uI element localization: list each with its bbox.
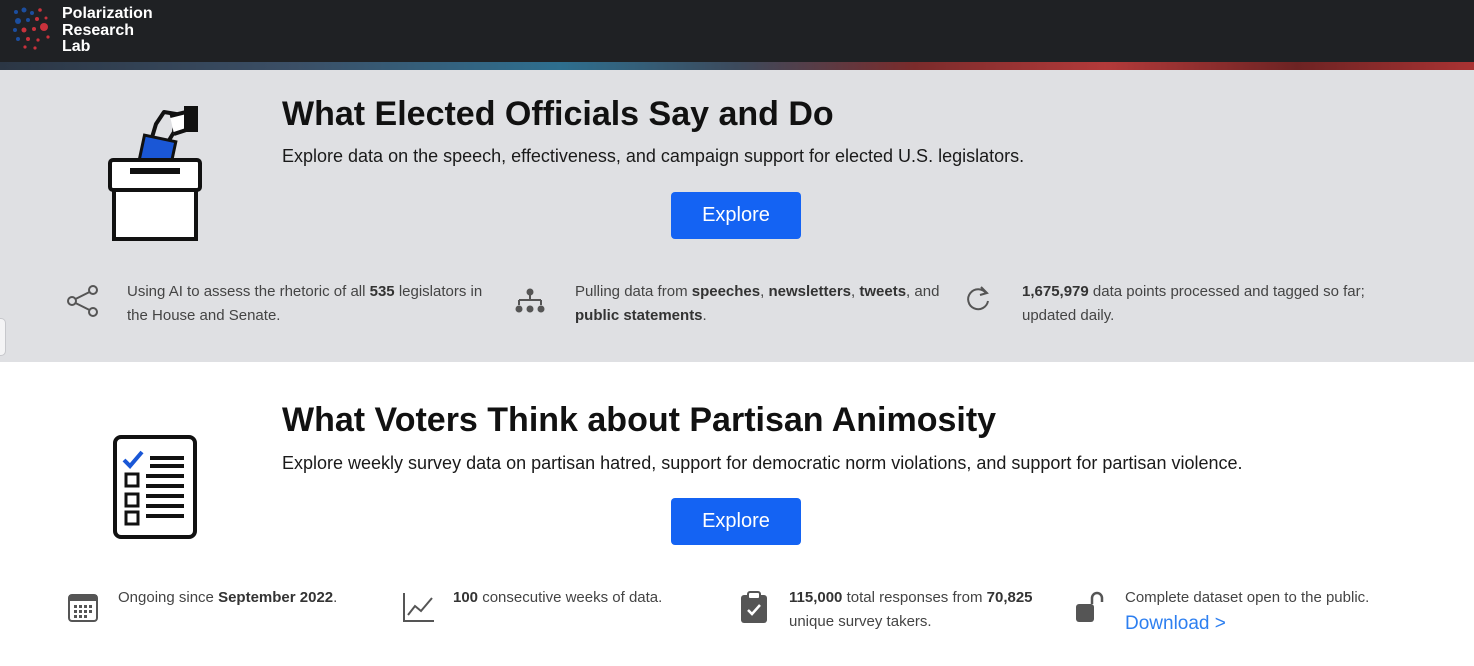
officials-description: Explore data on the speech, effectivenes… (282, 146, 1025, 166)
ballot-box-icon (108, 106, 202, 241)
checklist-icon (113, 435, 197, 539)
stat-text: 115,000 total responses from 70,825 uniq… (789, 589, 1033, 630)
unlock-icon (1076, 591, 1104, 622)
hierarchy-icon (515, 288, 545, 313)
header-banner-image (0, 62, 1474, 70)
stat-text: Ongoing since September 2022. (118, 589, 338, 606)
stat-text: Complete dataset open to the public. Dow… (1125, 586, 1425, 638)
side-tab-handle[interactable] (0, 318, 6, 356)
stat-text: Pulling data from speeches, newsletters,… (575, 283, 940, 324)
download-link[interactable]: Download > (1125, 610, 1425, 638)
site-header: Polarization Research Lab (0, 0, 1474, 70)
logo-text: Polarization Research Lab (62, 5, 153, 55)
voters-description: Explore weekly survey data on partisan h… (282, 453, 1243, 473)
voters-title: What Voters Think about Partisan Animosi… (282, 401, 997, 439)
officials-explore-button[interactable]: Explore (671, 192, 801, 239)
calendar-icon (68, 594, 98, 622)
line-chart-icon (403, 593, 434, 622)
refresh-icon (967, 286, 989, 311)
officials-section: What Elected Officials Say and Do Explor… (0, 70, 1474, 362)
stat-text: 1,675,979 data points processed and tagg… (1022, 283, 1365, 324)
clipboard-check-icon (741, 591, 767, 623)
stat-text: 100 consecutive weeks of data. (453, 589, 663, 606)
share-icon (67, 285, 98, 317)
voters-explore-button[interactable]: Explore (671, 498, 801, 545)
stat-text: Using AI to assess the rhetoric of all 5… (127, 283, 483, 324)
officials-title: What Elected Officials Say and Do (282, 95, 834, 133)
logo-dots-icon (13, 7, 50, 50)
logo[interactable]: Polarization Research Lab (10, 4, 170, 56)
voters-section: What Voters Think about Partisan Animosi… (0, 362, 1474, 666)
